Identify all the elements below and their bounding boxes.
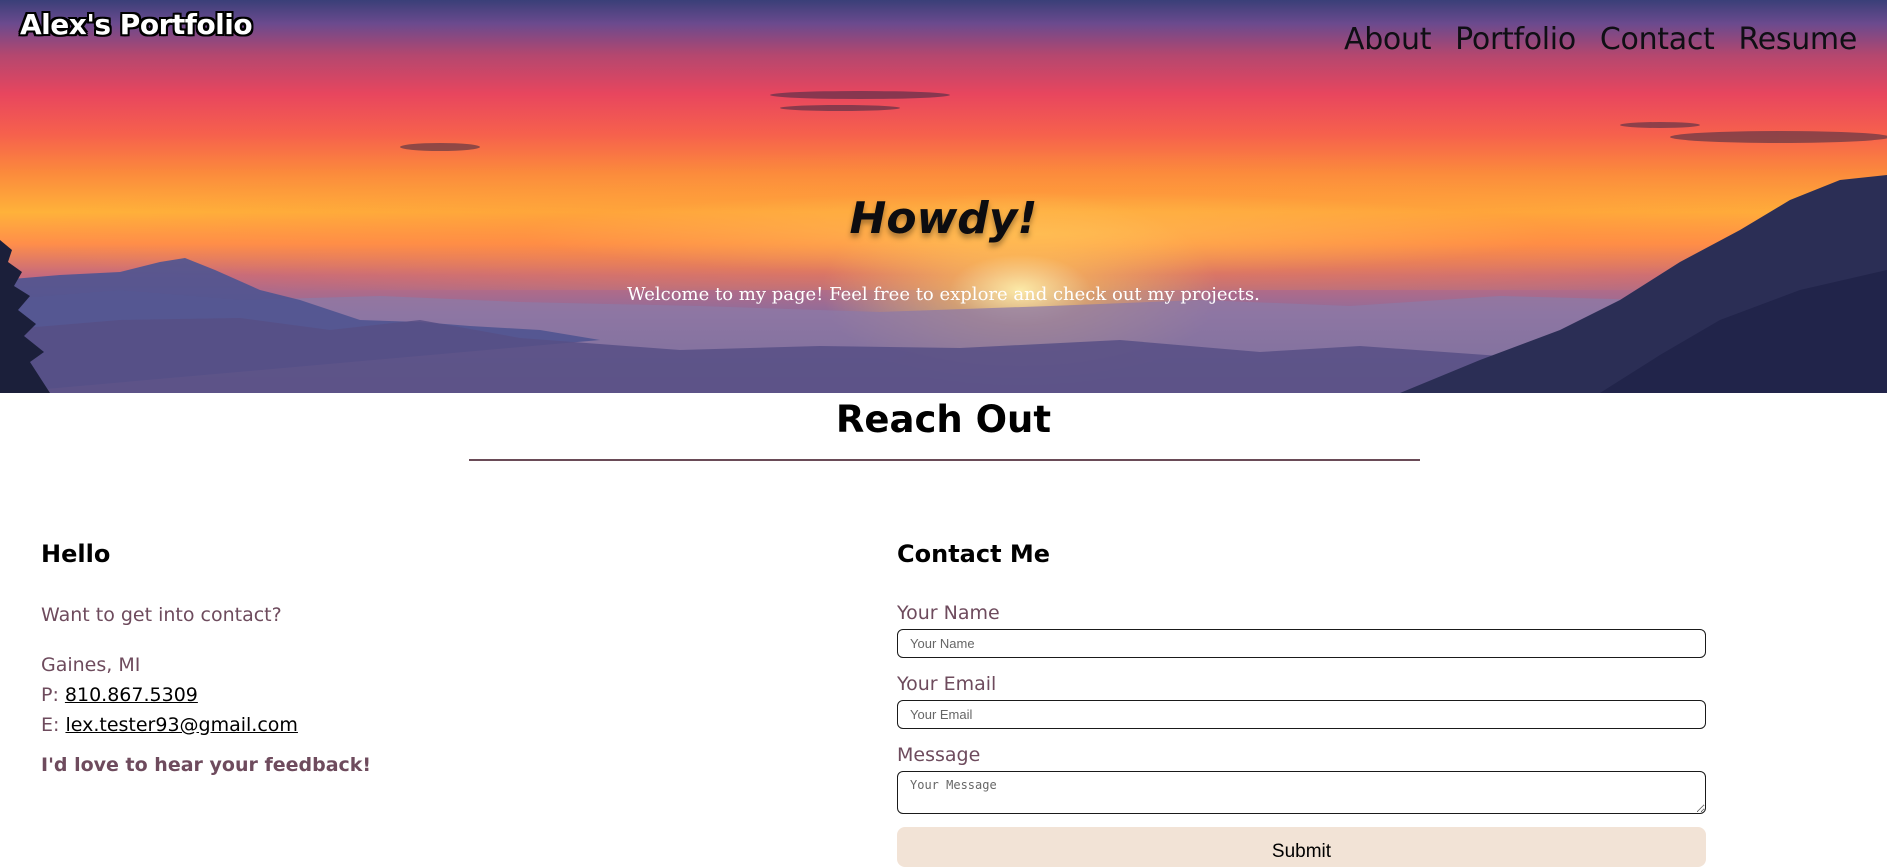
- contact-form-heading: Contact Me: [897, 540, 1051, 568]
- hero-banner: Alex's Portfolio About Portfolio Contact…: [0, 0, 1887, 393]
- feedback-text: I'd love to hear your feedback!: [41, 754, 372, 776]
- hero-subtitle: Welcome to my page! Feel free to explore…: [627, 284, 1260, 305]
- submit-button[interactable]: Submit: [897, 827, 1706, 867]
- message-label: Message: [897, 744, 981, 766]
- email-prefix: E:: [41, 714, 66, 736]
- location-text: Gaines, MI: [41, 654, 141, 676]
- main-nav: About Portfolio Contact Resume: [1344, 22, 1857, 57]
- section-title: Reach Out: [835, 398, 1052, 441]
- email-label: Your Email: [897, 673, 997, 695]
- section-divider: [469, 459, 1420, 461]
- nav-link-portfolio[interactable]: Portfolio: [1455, 22, 1576, 57]
- hello-heading: Hello: [41, 540, 111, 568]
- contact-details: Gaines, MI P: 810.867.5309 E: lex.tester…: [41, 650, 298, 740]
- name-input[interactable]: [897, 629, 1706, 658]
- phone-prefix: P:: [41, 684, 65, 706]
- nav-link-resume[interactable]: Resume: [1739, 22, 1858, 57]
- message-textarea[interactable]: [897, 771, 1706, 814]
- name-label: Your Name: [897, 602, 1000, 624]
- email-input[interactable]: [897, 700, 1706, 729]
- nav-link-about[interactable]: About: [1344, 22, 1432, 57]
- email-line: E: lex.tester93@gmail.com: [41, 710, 298, 740]
- hero-title: Howdy!: [849, 193, 1038, 244]
- site-brand-logo[interactable]: Alex's Portfolio: [20, 8, 253, 41]
- phone-line: P: 810.867.5309: [41, 680, 298, 710]
- phone-link[interactable]: 810.867.5309: [65, 684, 198, 706]
- hello-column: Hello Want to get into contact? Gaines, …: [41, 540, 741, 776]
- contact-form-column: Contact Me Your Name Your Email Message …: [897, 540, 1707, 867]
- nav-link-contact[interactable]: Contact: [1600, 22, 1715, 57]
- email-link[interactable]: lex.tester93@gmail.com: [65, 714, 297, 736]
- hello-lead-text: Want to get into contact?: [41, 604, 282, 626]
